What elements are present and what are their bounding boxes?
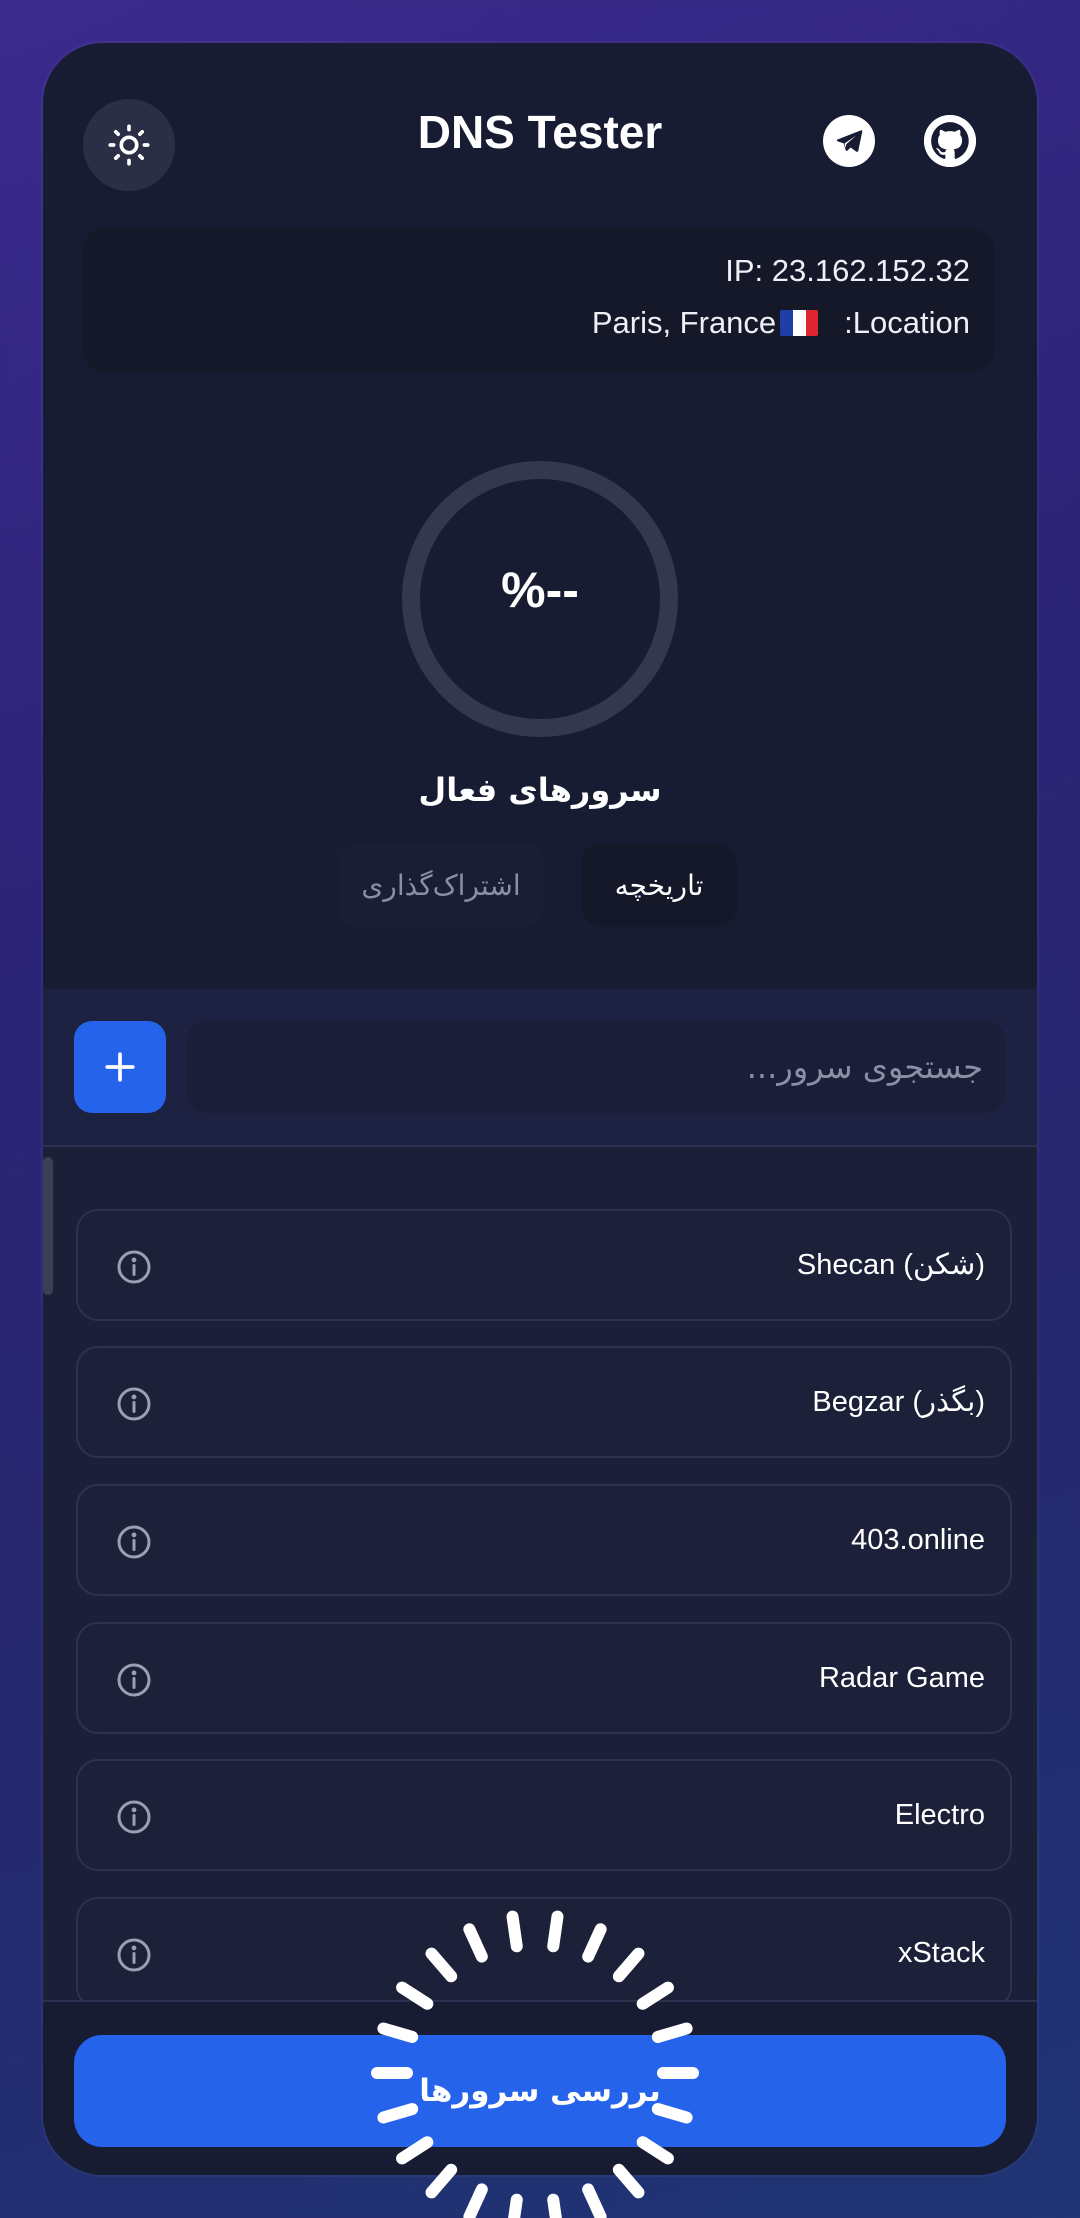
server-list[interactable]: Shecan (شکن) Begzar (بگذر) 403.online Ra…	[43, 1147, 1037, 2002]
check-servers-label: بررسی سرورها	[419, 2073, 661, 2109]
telegram-link[interactable]	[823, 115, 875, 167]
add-server-button[interactable]	[74, 1021, 166, 1113]
spinner-dash	[582, 2183, 607, 2218]
server-item[interactable]: 403.online	[76, 1484, 1012, 1596]
spinner-dash	[547, 2193, 562, 2218]
header: DNS Tester	[43, 43, 1037, 233]
gauge-percent: %--	[501, 562, 579, 618]
plus-icon	[105, 1052, 135, 1082]
info-icon[interactable]	[116, 1799, 152, 1835]
footer: بررسی سرورها	[43, 2000, 1037, 2175]
server-name: Radar Game	[818, 1662, 985, 1694]
check-servers-button[interactable]: بررسی سرورها	[74, 2035, 1006, 2147]
app-title: DNS Tester	[417, 106, 663, 158]
tab-sharing[interactable]: اشتراک‌گذاری	[338, 843, 544, 927]
search-input[interactable]	[187, 1021, 1005, 1113]
search-bar	[43, 989, 1037, 1147]
info-icon[interactable]	[116, 1386, 152, 1422]
github-icon	[924, 115, 976, 167]
server-item[interactable]: Electro	[76, 1759, 1012, 1871]
app-card: DNS Tester IP: 23.162.152.32 Paris, Fran…	[43, 43, 1037, 2175]
location-value: Paris, France	[591, 305, 777, 340]
location-label: :Location	[844, 305, 970, 340]
info-icon[interactable]	[116, 1662, 152, 1698]
server-item[interactable]: Radar Game	[76, 1622, 1012, 1734]
gauge-caption: سرورهای فعال	[418, 771, 662, 809]
list-scrollbar[interactable]	[43, 1157, 53, 1295]
active-servers-gauge: %--	[400, 459, 680, 739]
tab-history[interactable]: تاریخچه	[581, 843, 737, 927]
server-name: 403.online	[851, 1524, 985, 1556]
info-icon[interactable]	[116, 1937, 152, 1973]
telegram-icon	[836, 130, 863, 152]
spinner-dash	[463, 2183, 488, 2218]
connection-info: IP: 23.162.152.32 Paris, France :Locatio…	[83, 229, 995, 371]
server-name: xStack	[897, 1937, 985, 1969]
server-item[interactable]: Shecan (شکن)	[76, 1209, 1012, 1321]
ip-address: IP: 23.162.152.32	[725, 253, 970, 288]
server-item[interactable]: Begzar (بگذر)	[76, 1346, 1012, 1458]
server-name: Begzar (بگذر)	[812, 1386, 985, 1418]
location-row: Paris, France :Location	[592, 305, 970, 341]
github-link[interactable]	[924, 115, 976, 167]
info-icon[interactable]	[116, 1524, 152, 1560]
server-item[interactable]: xStack	[76, 1897, 1012, 2002]
france-flag-icon	[780, 310, 819, 336]
spinner-dash	[508, 2193, 523, 2218]
server-name: Electro	[894, 1799, 985, 1831]
info-icon[interactable]	[116, 1249, 152, 1285]
server-name: Shecan (شکن)	[796, 1249, 985, 1281]
